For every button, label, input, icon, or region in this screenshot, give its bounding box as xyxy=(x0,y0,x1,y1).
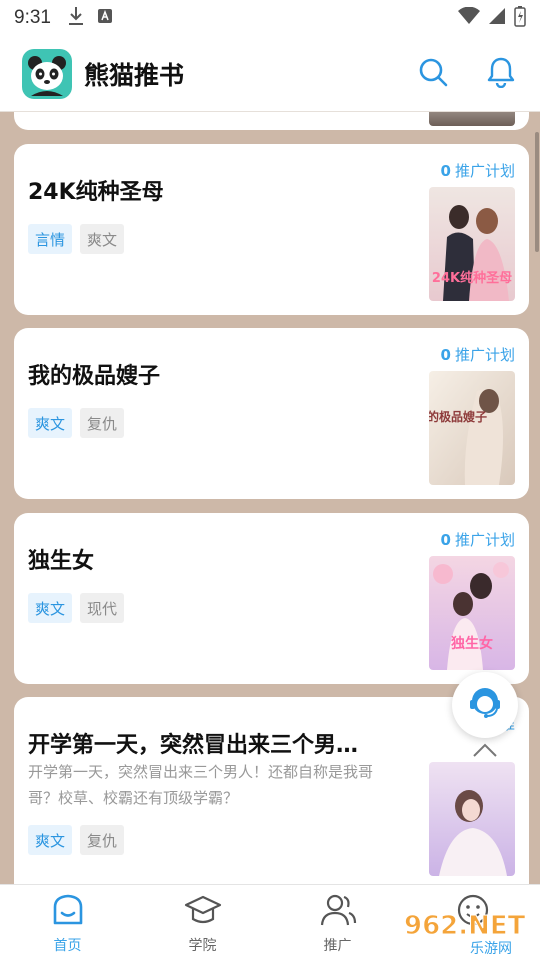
genre-tag: 爽文 xyxy=(80,224,125,254)
genre-tag: 现代 xyxy=(80,593,125,623)
graduation-cap-icon xyxy=(184,893,222,931)
book-description: 开学第一天，突然冒出来三个男人！还都自称是我哥哥？校草、校霸还有顶级学霸？ xyxy=(28,763,374,807)
promo-plan-link[interactable]: 0 推广计划 xyxy=(441,160,515,181)
book-title: 我的极品嫂子 xyxy=(28,364,161,389)
nav-profile[interactable] xyxy=(405,885,540,960)
book-cover xyxy=(429,762,515,876)
book-title: 24K纯种圣母 xyxy=(28,180,164,205)
bell-icon xyxy=(486,56,516,92)
scrollbar[interactable] xyxy=(535,132,539,252)
genre-tag: 爽文 xyxy=(28,408,73,438)
book-cover: 我的极品嫂子 xyxy=(429,371,515,485)
book-list[interactable]: 24K纯种圣母 0 推广计划 言情 爽文 24K纯种圣母 我的极品嫂子 0 推广计划… xyxy=(0,112,540,884)
book-card-partial[interactable] xyxy=(14,112,529,130)
customer-service-button[interactable] xyxy=(452,672,518,738)
nav-label: 学院 xyxy=(188,938,217,954)
nav-academy[interactable]: 学院 xyxy=(135,885,270,960)
book-cover: 独生女 xyxy=(429,556,515,670)
battery-charging-icon xyxy=(514,5,526,31)
nav-home[interactable]: 首页 xyxy=(0,885,135,960)
headset-icon xyxy=(465,683,505,727)
genre-tag: 爽文 xyxy=(28,825,73,855)
app-title: 熊猫推书 xyxy=(84,60,185,90)
book-title: 独生女 xyxy=(28,549,95,574)
cover-title: 我的极品嫂子 xyxy=(429,409,487,424)
genre-tag: 爽文 xyxy=(28,593,73,623)
search-icon xyxy=(418,57,448,91)
genre-tag: 言情 xyxy=(28,224,73,254)
status-time: 9:31 xyxy=(14,7,51,28)
book-cover: 24K纯种圣母 xyxy=(429,187,515,301)
home-icon xyxy=(51,893,85,931)
a-icon xyxy=(97,8,113,28)
book-cover xyxy=(429,112,515,126)
nav-promote[interactable]: 推广 xyxy=(270,885,405,960)
wifi-icon xyxy=(458,6,480,29)
signal-icon xyxy=(488,7,506,29)
panda-logo-icon xyxy=(22,48,72,99)
users-icon xyxy=(319,893,357,931)
chevron-up-icon xyxy=(472,742,498,762)
book-card[interactable]: 开学第一天，突然冒出来三个男… 0推 开学第一天，突然冒出来三个男人！还都自称是… xyxy=(14,697,529,884)
book-card[interactable]: 独生女 0 推广计划 爽文 现代 独生女 xyxy=(14,513,529,684)
book-card[interactable]: 我的极品嫂子 0推广计划 爽文 复仇 我的极品嫂子 xyxy=(14,328,529,499)
promo-plan-link[interactable]: 0 推广计划 xyxy=(441,529,515,550)
search-button[interactable] xyxy=(416,57,450,91)
nav-label: 首页 xyxy=(53,938,82,954)
notifications-button[interactable] xyxy=(484,57,518,91)
genre-tag: 复仇 xyxy=(80,408,125,438)
smile-icon xyxy=(456,893,490,931)
app-header: 熊猫推书 xyxy=(0,36,540,112)
promo-plan-link[interactable]: 0 推广计划 xyxy=(441,344,515,365)
download-icon xyxy=(67,6,85,30)
scroll-to-top-button[interactable] xyxy=(470,740,500,764)
status-bar: 9:31 xyxy=(0,0,540,36)
nav-label: 推广 xyxy=(323,938,352,954)
genre-tag: 复仇 xyxy=(80,825,125,855)
bottom-nav: 首页 学院 推广 xyxy=(0,884,540,960)
book-title: 开学第一天，突然冒出来三个男… xyxy=(28,733,359,758)
book-card[interactable]: 24K纯种圣母 0 推广计划 言情 爽文 24K纯种圣母 xyxy=(14,144,529,315)
cover-title: 独生女 xyxy=(451,635,493,652)
cover-title: 24K纯种圣母 xyxy=(432,270,512,286)
